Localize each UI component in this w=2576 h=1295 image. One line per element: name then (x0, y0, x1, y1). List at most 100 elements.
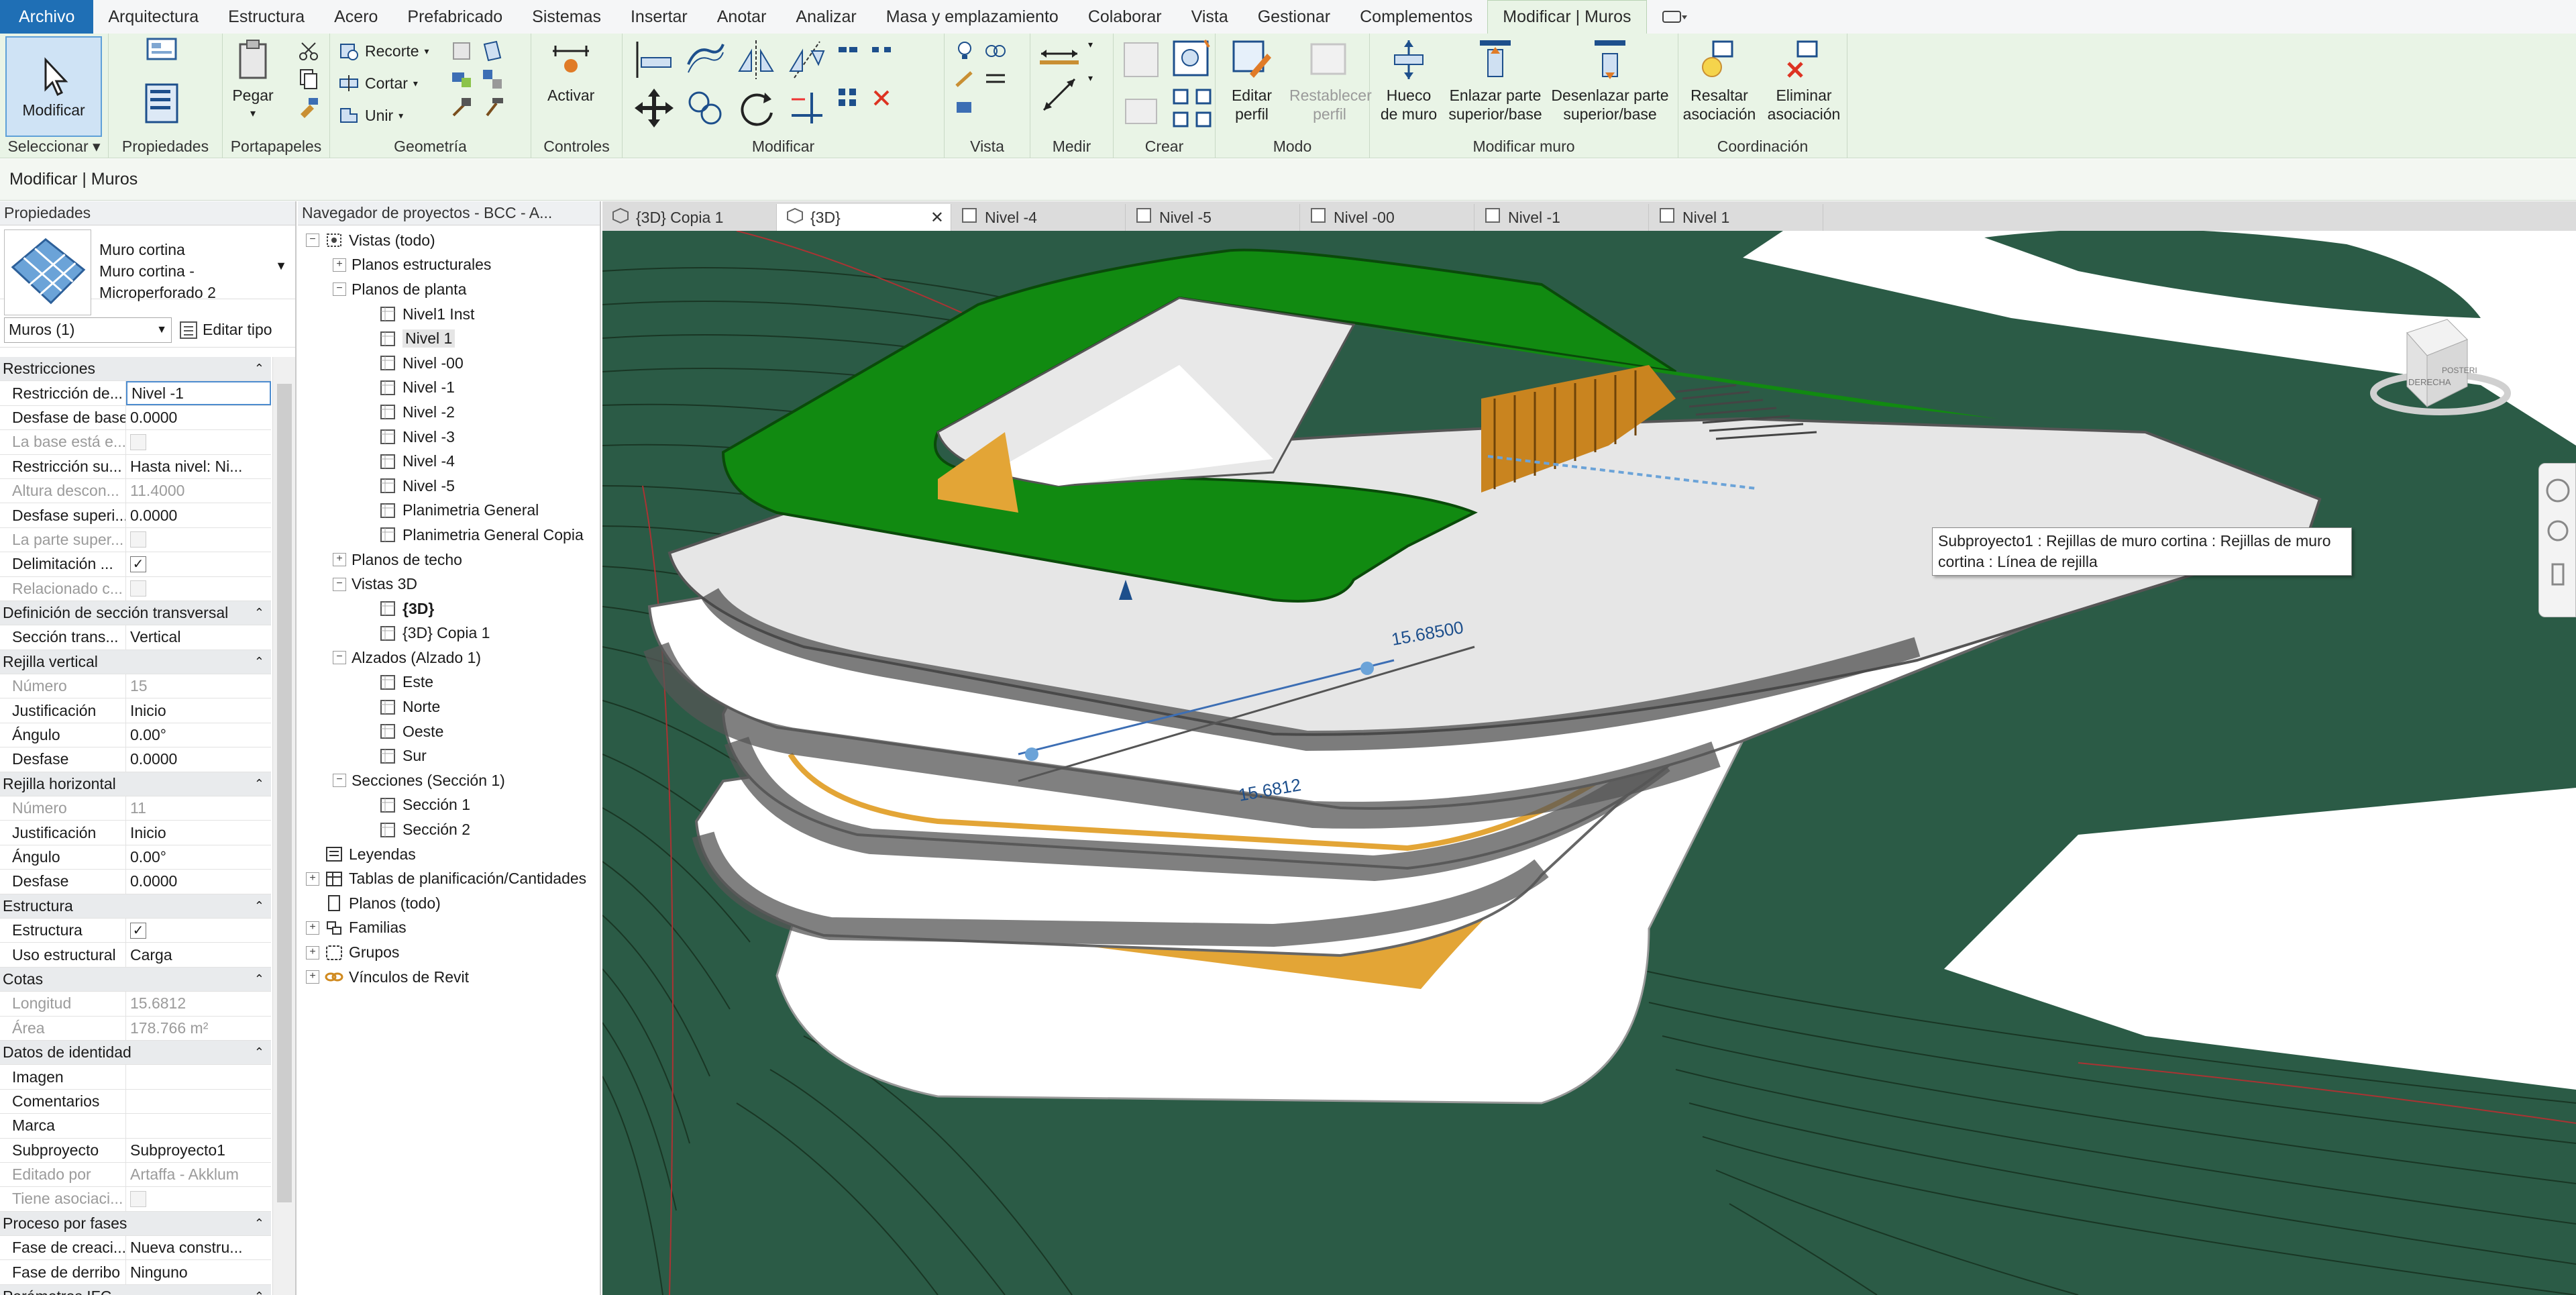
linework-icon[interactable] (953, 67, 977, 91)
override-graphics-icon[interactable] (983, 39, 1008, 63)
lightbulb-icon[interactable] (953, 39, 977, 63)
browser-node[interactable]: Nivel -1 (306, 376, 586, 401)
browser-node[interactable]: Este (306, 670, 586, 695)
browser-node[interactable]: Sur (306, 743, 586, 768)
menu-tab-6[interactable]: Insertar (616, 0, 702, 34)
collapse-icon[interactable]: − (333, 577, 346, 591)
select-dropdown[interactable]: Seleccionar ▾ (0, 138, 108, 156)
demolish-icon[interactable] (449, 95, 474, 119)
browser-node[interactable]: + Planos estructurales (306, 253, 586, 278)
browser-node[interactable]: − Planos de planta (306, 277, 586, 302)
browser-node[interactable]: + Tablas de planificación/Cantidades (306, 866, 586, 891)
view-tab[interactable]: Nivel -4 (951, 204, 1126, 231)
property-value[interactable] (126, 1065, 271, 1088)
browser-node[interactable]: Oeste (306, 719, 586, 744)
property-section[interactable]: Rejilla horizontal ⌃ (0, 772, 271, 797)
paste-button[interactable]: Pegar ▾ (231, 38, 275, 123)
filter-view-icon[interactable] (983, 67, 1008, 91)
property-section[interactable]: Definición de sección transversal ⌃ (0, 601, 271, 626)
browser-node[interactable]: Nivel -4 (306, 449, 586, 474)
property-section[interactable]: Parámetros IFC ⌃ (0, 1284, 271, 1295)
expand-icon[interactable]: + (306, 921, 319, 935)
trim-icon[interactable] (785, 86, 829, 130)
browser-node[interactable]: Planimetria General Copia (306, 523, 586, 548)
menu-tab-4[interactable]: Prefabricado (392, 0, 517, 34)
highlight-association-button[interactable]: Resaltar asociación (1682, 38, 1756, 123)
collapse-icon[interactable]: − (306, 234, 319, 248)
mirror-axis-icon[interactable] (734, 38, 778, 82)
type-properties-button[interactable] (140, 36, 184, 85)
browser-node[interactable]: Planos (todo) (306, 891, 586, 916)
property-value[interactable]: Carga (126, 943, 271, 966)
reset-profile-button[interactable]: Restablecer perfil (1289, 38, 1372, 123)
align-icon[interactable] (632, 38, 676, 82)
modify-button[interactable]: Modificar (5, 36, 102, 137)
browser-node[interactable]: Planimetria General (306, 499, 586, 523)
property-value[interactable]: Inicio (126, 698, 271, 722)
split-gap-icon[interactable] (869, 38, 894, 62)
property-section[interactable]: Estructura ⌃ (0, 894, 271, 919)
browser-node[interactable]: − Alzados (Alzado 1) (306, 645, 586, 670)
remove-association-button[interactable]: Eliminar asociación (1767, 38, 1841, 123)
browser-node[interactable]: − Vistas (todo) (306, 228, 586, 253)
3d-viewport[interactable]: 15.68500 15.6812 DERECHA POSTERI Subproy… (602, 231, 2576, 1295)
detach-top-base-button[interactable]: Desenlazar parte superior/base (1550, 38, 1670, 123)
navigation-bar[interactable] (2538, 463, 2576, 617)
paint-icon[interactable] (449, 67, 474, 91)
expand-icon[interactable]: + (306, 945, 319, 960)
browser-node[interactable]: − Secciones (Sección 1) (306, 768, 586, 793)
properties-button[interactable] (140, 82, 184, 130)
rotate-icon[interactable] (734, 86, 778, 130)
browser-node[interactable]: Norte (306, 694, 586, 719)
move-icon[interactable] (632, 86, 676, 130)
browser-node[interactable]: Nivel1 Inst (306, 302, 586, 327)
browser-node[interactable]: + Familias (306, 916, 586, 941)
menu-tab-8[interactable]: Analizar (781, 0, 871, 34)
join-button[interactable]: Unir ▾ (338, 102, 403, 129)
browser-node[interactable]: − Vistas 3D (306, 572, 586, 597)
property-value[interactable]: 0.00° (126, 845, 271, 869)
property-value[interactable] (126, 1114, 271, 1137)
property-value[interactable]: Hasta nivel: Ni... (126, 455, 271, 478)
browser-node[interactable]: Nivel 1 (306, 326, 586, 351)
property-section[interactable]: Proceso por fases ⌃ (0, 1211, 271, 1237)
property-section[interactable]: Cotas ⌃ (0, 967, 271, 992)
checkbox[interactable]: ✓ (130, 556, 146, 572)
create-assembly-icon[interactable] (1119, 38, 1163, 82)
menu-tab-10[interactable]: Colaborar (1073, 0, 1177, 34)
scrollbar-thumb[interactable] (277, 384, 292, 1202)
wall-opening-button[interactable]: Hueco de muro (1377, 38, 1441, 123)
cut-button[interactable]: Recorte ▾ (338, 38, 429, 64)
view-tab[interactable]: {3D} Copia 1 (602, 204, 777, 231)
browser-node[interactable]: Nivel -3 (306, 425, 586, 450)
property-value[interactable]: 0.00° (126, 723, 271, 747)
property-value[interactable]: Subproyecto1 (126, 1139, 271, 1162)
browser-node[interactable]: Sección 1 (306, 793, 586, 818)
copy-icon[interactable] (297, 67, 321, 91)
expand-icon[interactable]: + (306, 970, 319, 984)
property-section[interactable]: Datos de identidad ⌃ (0, 1040, 271, 1066)
split-icon[interactable] (836, 38, 860, 62)
browser-node[interactable]: Nivel -2 (306, 400, 586, 425)
menu-tab-9[interactable]: Masa y emplazamiento (871, 0, 1073, 34)
property-value[interactable]: Inicio (126, 821, 271, 844)
view-tab[interactable]: {3D} ✕ (777, 204, 951, 231)
menu-tab-1[interactable]: Arquitectura (93, 0, 213, 34)
checkbox[interactable]: ✓ (130, 922, 146, 939)
copy-element-icon[interactable] (683, 86, 727, 130)
menu-tab-11[interactable]: Vista (1177, 0, 1243, 34)
property-section[interactable]: Rejilla vertical ⌃ (0, 650, 271, 675)
split-face-icon[interactable] (480, 39, 504, 63)
browser-node[interactable]: Leyendas (306, 842, 586, 867)
view-tab[interactable]: Nivel -1 (1474, 204, 1649, 231)
property-value[interactable]: ✓ (126, 919, 271, 942)
property-value[interactable]: 0.0000 (126, 503, 271, 527)
expand-icon[interactable]: + (333, 553, 346, 567)
scissors-icon[interactable] (297, 39, 321, 63)
menu-tab-0[interactable]: Archivo (0, 0, 94, 34)
property-section[interactable]: Restricciones ⌃ (0, 357, 271, 382)
aligned-dimension-icon[interactable] (1037, 72, 1081, 117)
create-parts-icon[interactable] (1119, 86, 1163, 130)
property-value[interactable] (126, 1090, 271, 1113)
browser-node[interactable]: {3D} (306, 597, 586, 621)
